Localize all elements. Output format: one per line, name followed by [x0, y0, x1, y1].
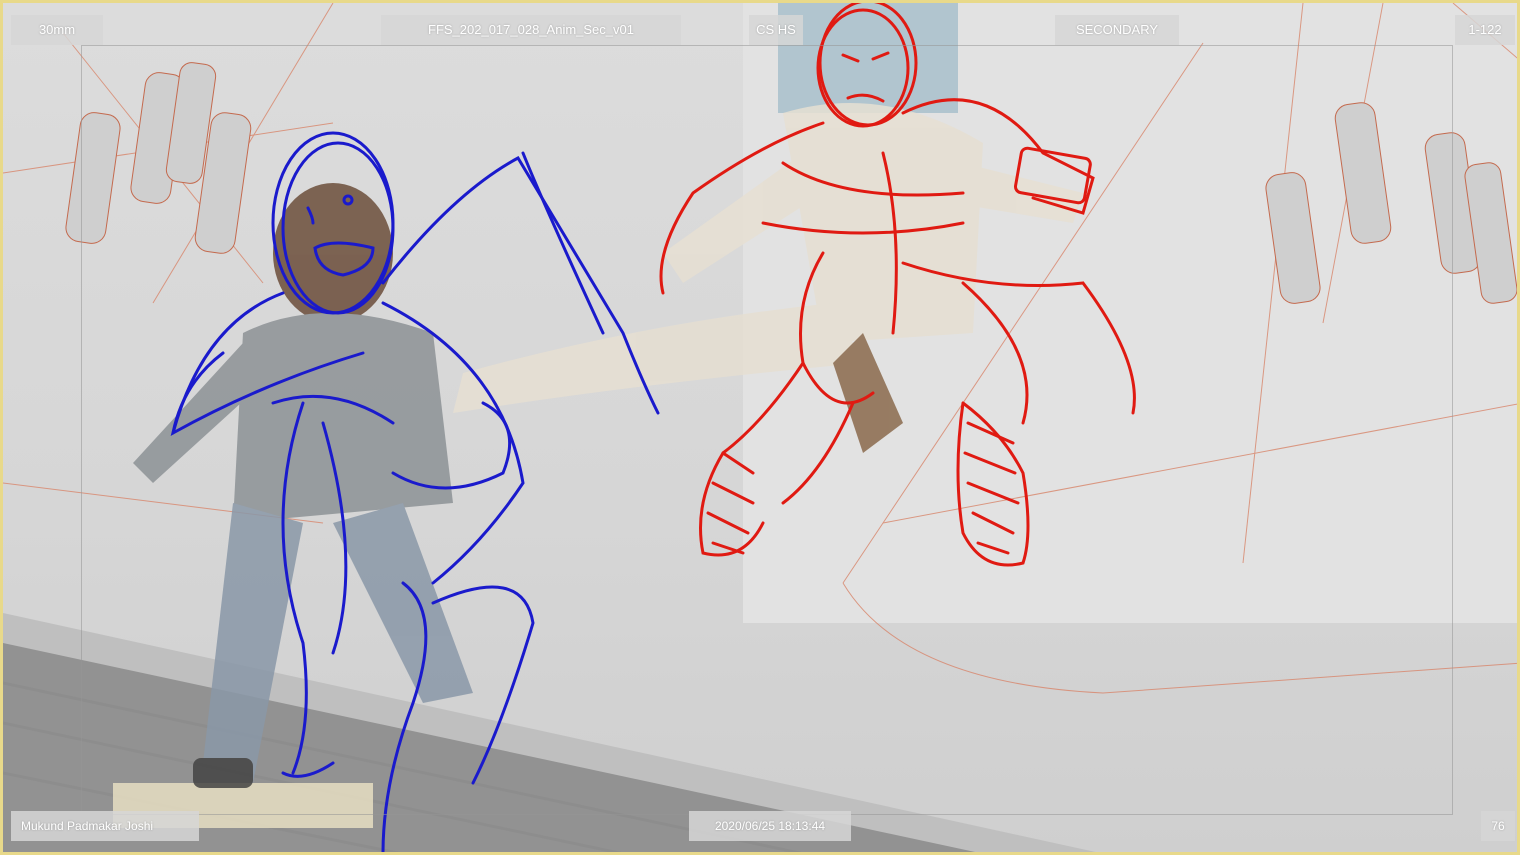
safe-frame-guide — [81, 45, 1453, 815]
timestamp-label: 2020/06/25 18:13:44 — [689, 811, 851, 841]
current-frame-label: 76 — [1481, 811, 1515, 841]
frame-range-label: 1-122 — [1455, 15, 1515, 45]
pass-label: SECONDARY — [1055, 15, 1179, 45]
lens-label: 30mm — [11, 15, 103, 45]
artist-label: Mukund Padmakar Joshi — [11, 811, 199, 841]
camera-label: CS HS — [749, 15, 803, 45]
shot-name-label: FFS_202_017_028_Anim_Sec_v01 — [381, 15, 681, 45]
viewport[interactable]: 30mm FFS_202_017_028_Anim_Sec_v01 CS HS … — [0, 0, 1520, 855]
